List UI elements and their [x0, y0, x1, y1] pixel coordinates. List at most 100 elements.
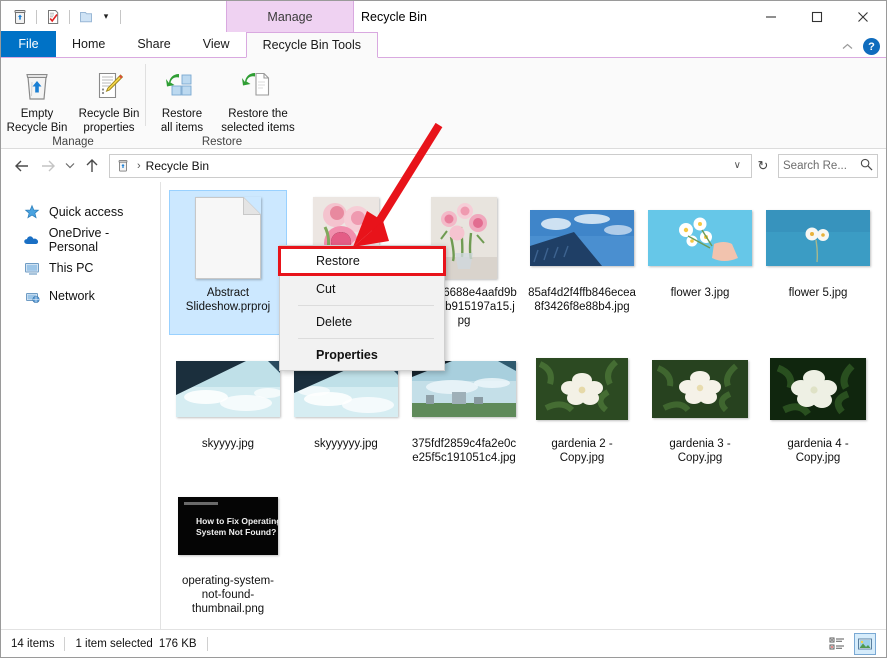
cloud-icon: [23, 231, 41, 249]
file-thumbnail: [762, 195, 874, 281]
refresh-button[interactable]: ↻: [752, 154, 774, 178]
up-button[interactable]: [79, 153, 105, 179]
recycle-bin-empty-icon: [19, 66, 55, 104]
context-menu-item-delete[interactable]: Delete: [280, 308, 444, 336]
file-thumbnail: [644, 346, 756, 432]
restore-selected-items-button[interactable]: Restore the selected items: [218, 64, 298, 135]
quick-access-toolbar: ▾: [1, 1, 126, 32]
tab-home[interactable]: Home: [56, 31, 121, 57]
file-item[interactable]: gardenia 3 - Copy.jpg: [641, 341, 759, 472]
tab-recycle-bin-tools[interactable]: Recycle Bin Tools: [245, 32, 379, 58]
properties-pencil-icon: [91, 66, 127, 104]
star-icon: [23, 203, 41, 221]
recycle-bin-small-icon: [114, 157, 132, 175]
minimize-button[interactable]: [748, 1, 794, 32]
restore-selected-items-label-2: selected items: [221, 122, 295, 134]
file-name: gardenia 3 - Copy.jpg: [669, 438, 731, 464]
help-icon[interactable]: ?: [863, 38, 880, 55]
sidebar-item-this-pc[interactable]: This PC: [1, 254, 160, 282]
context-menu-item-restore[interactable]: Restore: [280, 247, 444, 275]
sidebar-item-quick-access[interactable]: Quick access: [1, 198, 160, 226]
chevron-up-icon[interactable]: [839, 39, 855, 55]
file-name: skyyyyyy.jpg: [314, 438, 378, 450]
file-item[interactable]: flower 5.jpg: [759, 190, 877, 335]
restore-selected-items-label-1: Restore the: [228, 108, 288, 120]
tab-share[interactable]: Share: [121, 31, 186, 57]
large-icons-view-button[interactable]: [854, 632, 876, 655]
file-item[interactable]: gardenia 4 - Copy.jpg: [759, 341, 877, 472]
window-controls: [748, 1, 886, 32]
sidebar-item-onedrive[interactable]: OneDrive - Personal: [1, 226, 160, 254]
file-name: operating-system-not-found-thumbnail.png: [181, 575, 275, 615]
context-menu-item-cut[interactable]: Cut: [280, 275, 444, 303]
file-thumbnail: [644, 195, 756, 281]
search-box[interactable]: Search Re...: [778, 153, 878, 178]
window-title: Recycle Bin: [361, 9, 427, 24]
empty-recycle-bin-label-2: Recycle Bin: [6, 122, 68, 134]
chevron-down-icon[interactable]: ∨: [728, 160, 747, 171]
restore-all-items-button[interactable]: Restore all items: [146, 64, 218, 135]
monitor-icon: [23, 259, 41, 277]
forward-button[interactable]: [35, 153, 61, 179]
file-item[interactable]: gardenia 2 - Copy.jpg: [523, 341, 641, 472]
network-icon: [23, 287, 41, 305]
file-thumbnail: [526, 346, 638, 432]
properties-icon[interactable]: [42, 6, 64, 28]
status-divider-2: [206, 636, 208, 651]
file-name: 85af4d2f4ffb846ecea8f3426f8e88b4.jpg: [528, 287, 636, 313]
file-thumbnail: [172, 195, 284, 281]
restore-all-items-label-2: all items: [160, 122, 204, 134]
back-button[interactable]: [9, 153, 35, 179]
address-bar: › Recycle Bin ∨ ↻ Search Re...: [1, 149, 886, 182]
restore-all-icon: [163, 66, 201, 104]
recycle-bin-properties-label-2: properties: [83, 122, 135, 134]
svg-text:How to Fix Operating: How to Fix Operating: [196, 516, 278, 526]
recycle-bin-icon[interactable]: [9, 6, 31, 28]
file-name: flower 5.jpg: [788, 287, 848, 299]
sidebar-item-network[interactable]: Network: [1, 282, 160, 310]
breadcrumb-path[interactable]: Recycle Bin: [146, 159, 209, 173]
file-explorer-window: ▾ Manage Recycle Bin File Home Share Vie…: [0, 0, 887, 658]
breadcrumb[interactable]: › Recycle Bin ∨: [109, 153, 752, 178]
qat-dropdown-icon[interactable]: ▾: [97, 6, 115, 28]
tab-view[interactable]: View: [187, 31, 246, 57]
file-item[interactable]: flower 3.jpg: [641, 190, 759, 335]
explorer-body: Quick access OneDrive - Personal This PC…: [1, 182, 886, 629]
close-button[interactable]: [840, 1, 886, 32]
context-menu-separator-1: [298, 305, 434, 306]
ribbon-group-manage: Empty Recycle Bin Recycle Bin properties…: [1, 58, 145, 149]
sidebar-item-label: Quick access: [49, 205, 124, 219]
file-grid: Abstract Slideshow.prproj 27db26688e4aaf…: [169, 190, 886, 629]
recycle-bin-properties-button[interactable]: Recycle Bin properties: [73, 64, 145, 135]
file-thumbnail: How to Fix Operating System Not Found?: [172, 483, 284, 569]
context-menu-separator-2: [298, 338, 434, 339]
maximize-button[interactable]: [794, 1, 840, 32]
tab-file[interactable]: File: [1, 31, 56, 57]
view-toggles: [826, 632, 876, 655]
qat-divider-3: [120, 9, 121, 24]
file-name: skyyyy.jpg: [201, 438, 255, 450]
recent-locations-button[interactable]: [61, 153, 79, 179]
ribbon: Empty Recycle Bin Recycle Bin properties…: [1, 58, 886, 149]
file-item[interactable]: 85af4d2f4ffb846ecea8f3426f8e88b4.jpg: [523, 190, 641, 335]
file-name: Abstract Slideshow.prproj: [185, 287, 271, 313]
status-bar: 14 items 1 item selected 176 KB: [1, 629, 886, 657]
ribbon-right-controls: ?: [839, 38, 880, 55]
file-thumbnail: [762, 346, 874, 432]
status-divider: [64, 636, 66, 651]
selection-status: 1 item selected: [75, 637, 153, 650]
ribbon-group-manage-label: Manage: [52, 136, 94, 148]
file-grid-pane[interactable]: Abstract Slideshow.prproj 27db26688e4aaf…: [161, 182, 886, 629]
ribbon-tab-strip: File Home Share View Recycle Bin Tools ?: [1, 31, 886, 58]
file-item[interactable]: How to Fix Operating System Not Found? o…: [169, 478, 287, 623]
search-input[interactable]: Search Re...: [783, 160, 860, 172]
selection-size: 176 KB: [158, 637, 197, 650]
new-folder-icon[interactable]: [75, 6, 97, 28]
context-menu-item-properties[interactable]: Properties: [280, 341, 444, 369]
details-view-button[interactable]: [826, 633, 848, 655]
file-item[interactable]: skyyyy.jpg: [169, 341, 287, 472]
file-item[interactable]: Abstract Slideshow.prproj: [169, 190, 287, 335]
file-name: 375fdf2859c4fa2e0ce25f5c191051c4.jpg: [411, 438, 517, 464]
contextual-tab-header: Manage: [226, 1, 354, 32]
empty-recycle-bin-button[interactable]: Empty Recycle Bin: [1, 64, 73, 135]
